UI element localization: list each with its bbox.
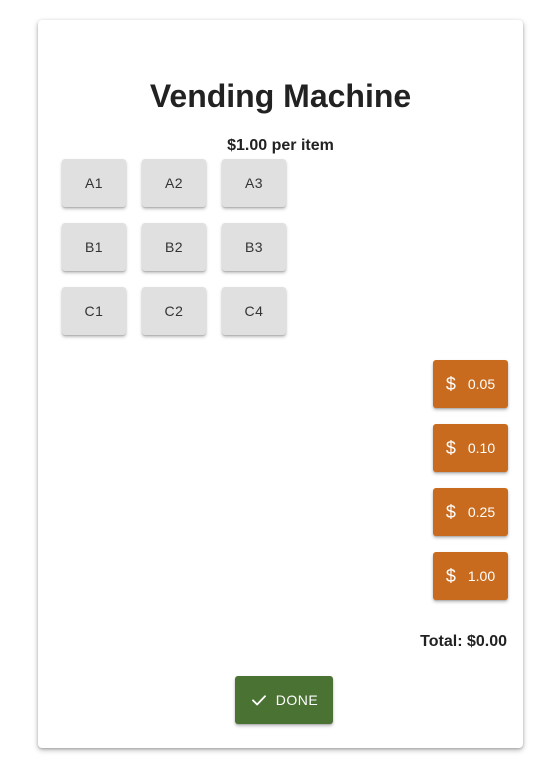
dollar-icon: $ [445,438,456,458]
dollar-icon: $ [445,502,456,522]
done-button[interactable]: DONE [235,676,333,724]
item-button-b3[interactable]: B3 [222,223,286,271]
page-title: Vending Machine [149,78,412,114]
coin-button-0-10[interactable]: $ 0.10 [433,424,508,472]
dollar-icon: $ [445,566,456,586]
done-button-label: DONE [275,692,319,708]
item-button-b2[interactable]: B2 [142,223,206,271]
coin-button-0-05[interactable]: $ 0.05 [433,360,508,408]
item-button-a1[interactable]: A1 [62,159,126,207]
coin-button-1-00[interactable]: $ 1.00 [433,552,508,600]
coin-value-label: 0.10 [467,440,496,456]
item-button-c4[interactable]: C4 [222,287,286,335]
total-amount: Total: $0.00 [420,633,507,650]
price-per-item: $1.00 per item [227,137,334,154]
item-button-a3[interactable]: A3 [222,159,286,207]
coin-value-label: 1.00 [467,568,496,584]
item-button-a2[interactable]: A2 [142,159,206,207]
coin-button-0-25[interactable]: $ 0.25 [433,488,508,536]
coin-value-label: 0.25 [467,504,496,520]
item-button-c1[interactable]: C1 [62,287,126,335]
check-icon [251,695,266,706]
coin-value-label: 0.05 [467,376,496,392]
vending-machine-card: Vending Machine $1.00 per item A1 A2 A3 … [38,20,523,748]
dollar-icon: $ [445,374,456,394]
item-button-c2[interactable]: C2 [142,287,206,335]
item-button-b1[interactable]: B1 [62,223,126,271]
